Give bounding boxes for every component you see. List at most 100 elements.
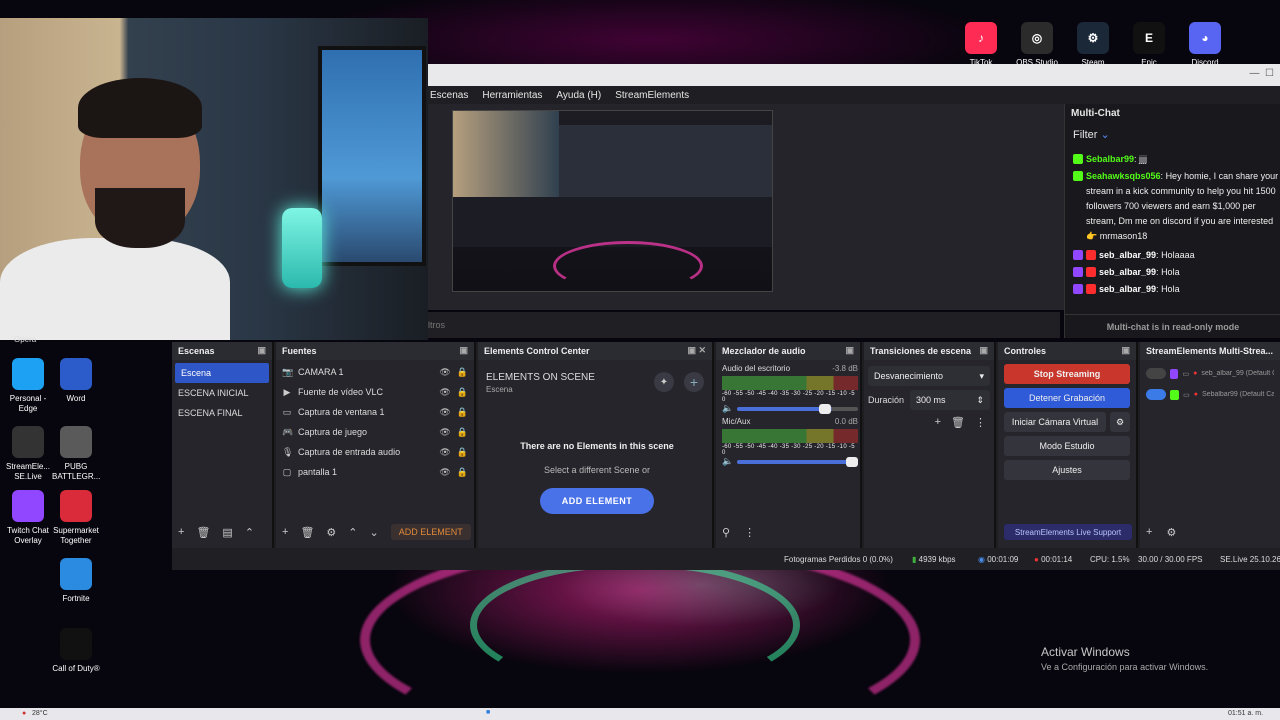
eye-icon[interactable]: 👁 bbox=[439, 427, 450, 438]
speaker-icon[interactable]: 🔈 bbox=[722, 456, 733, 467]
more-icon[interactable]: ⋮ bbox=[975, 416, 986, 429]
transition-select[interactable]: Desvanecimiento ▾ bbox=[868, 366, 990, 386]
app-icon bbox=[60, 628, 92, 660]
app-icon bbox=[60, 558, 92, 590]
ecc-add-element-button[interactable]: ADD ELEMENT bbox=[540, 488, 654, 514]
dropped-frames: Fotogramas Perdidos 0 (0.0%) bbox=[784, 555, 893, 564]
slider-knob[interactable] bbox=[846, 456, 858, 467]
source-item[interactable]: ▢ pantalla 1 👁 🔒 bbox=[276, 462, 474, 482]
transition-actions: + 🗑 ⋮ bbox=[864, 416, 986, 429]
lock-icon[interactable]: 🔒 bbox=[457, 407, 468, 418]
source-item[interactable]: ▶ Fuente de vídeo VLC 👁 🔒 bbox=[276, 382, 474, 402]
desktop-icon[interactable]: Twitch Chat Overlay bbox=[4, 490, 52, 546]
trash-icon[interactable]: 🗑 bbox=[196, 526, 210, 539]
desktop-icon[interactable]: Call of Duty® bbox=[52, 628, 100, 674]
lock-icon[interactable]: 🔒 bbox=[457, 447, 468, 458]
weather-temp[interactable]: 28°C bbox=[32, 710, 48, 717]
gear-icon[interactable]: ⚙ bbox=[326, 526, 336, 539]
undock-icon[interactable]: ▣ bbox=[459, 345, 468, 356]
eye-icon[interactable]: 👁 bbox=[439, 367, 450, 378]
eye-icon[interactable]: 👁 bbox=[439, 447, 450, 458]
menu-herramientas[interactable]: Herramientas bbox=[482, 90, 542, 101]
settings-button[interactable]: Ajustes bbox=[1004, 460, 1130, 480]
live-support-button[interactable]: StreamElements Live Support bbox=[1004, 524, 1132, 540]
chevron-down-icon[interactable]: ⌄ bbox=[370, 526, 379, 539]
scene-item[interactable]: ESCENA FINAL bbox=[172, 403, 272, 423]
webcam-person-beard bbox=[95, 188, 185, 248]
close-icon[interactable]: ▣ ✕ bbox=[687, 345, 706, 356]
chat-message: seb_albar_99: Hola bbox=[1073, 265, 1279, 280]
lock-icon[interactable]: 🔒 bbox=[457, 367, 468, 378]
program-preview[interactable] bbox=[452, 110, 773, 292]
virtual-camera-button[interactable]: Iniciar Cámara Virtual bbox=[1004, 412, 1106, 432]
lock-icon[interactable]: 🔒 bbox=[457, 467, 468, 478]
desktop-icon[interactable]: Fortnite bbox=[52, 558, 100, 604]
stop-recording-button[interactable]: Detener Grabación bbox=[1004, 388, 1130, 408]
desktop-icon[interactable]: Supermarket Together bbox=[52, 490, 100, 546]
trash-icon[interactable]: 🗑 bbox=[300, 526, 314, 539]
undock-icon[interactable]: ▣ bbox=[979, 345, 988, 356]
status-dot-icon: ● bbox=[1193, 391, 1199, 398]
trash-icon[interactable]: 🗑 bbox=[951, 416, 965, 429]
live-time-value: 00:01:09 bbox=[987, 555, 1019, 564]
broadcast-icon: ◉ bbox=[978, 555, 985, 564]
filters-text: ltros bbox=[428, 320, 446, 330]
sparkle-icon[interactable]: ✦ bbox=[654, 372, 674, 392]
obs-titlebar[interactable]: — ☐ bbox=[428, 64, 1280, 86]
menu-streamelements[interactable]: StreamElements bbox=[615, 90, 689, 101]
app-icon bbox=[60, 426, 92, 458]
slider-knob[interactable] bbox=[819, 403, 832, 414]
eye-icon[interactable]: 👁 bbox=[439, 467, 450, 478]
scene-item[interactable]: ESCENA INICIAL bbox=[172, 383, 272, 403]
undock-icon[interactable]: ▣ bbox=[1121, 345, 1130, 356]
add-icon[interactable]: + bbox=[282, 526, 288, 538]
gear-icon[interactable]: ⚙ bbox=[1110, 412, 1130, 432]
scene-item[interactable]: Escena bbox=[175, 363, 269, 383]
desktop-icon[interactable]: PUBG BATTLEGR... bbox=[52, 426, 100, 482]
lock-icon[interactable]: 🔒 bbox=[457, 387, 468, 398]
windows-start-icon[interactable]: ■ bbox=[486, 709, 490, 716]
stop-streaming-button[interactable]: Stop Streaming bbox=[1004, 364, 1130, 384]
gear-icon[interactable]: ⚙ bbox=[1166, 526, 1176, 539]
more-icon[interactable]: ⋮ bbox=[744, 526, 755, 539]
eye-icon[interactable]: 👁 bbox=[439, 407, 450, 418]
multichat-filter[interactable]: Filter ⌄ bbox=[1073, 128, 1110, 141]
window-control-icons[interactable]: — ☐ bbox=[1249, 68, 1274, 79]
eye-icon[interactable]: 👁 bbox=[439, 387, 450, 398]
account-label: seb_albar_99 (Default C... bbox=[1201, 370, 1274, 377]
source-item[interactable]: ▭ Captura de ventana 1 👁 🔒 bbox=[276, 402, 474, 422]
undock-icon[interactable]: ▣ bbox=[845, 345, 854, 356]
filter-icon[interactable]: ▤ bbox=[222, 526, 232, 539]
studio-mode-button[interactable]: Modo Estudio bbox=[1004, 436, 1130, 456]
add-element-button[interactable]: ADD ELEMENT bbox=[390, 524, 471, 540]
discord-icon: ◕ bbox=[1189, 22, 1221, 54]
add-icon[interactable]: + bbox=[1146, 526, 1152, 538]
desktop-icon[interactable]: Word bbox=[52, 358, 100, 404]
sources-title: Fuentes bbox=[282, 346, 317, 356]
menu-escenas[interactable]: Escenas bbox=[430, 90, 468, 101]
stepper-icon[interactable]: ⇕ bbox=[976, 395, 984, 406]
desktop-icon[interactable]: Personal - Edge bbox=[4, 358, 52, 414]
duration-input[interactable]: 300 ms ⇕ bbox=[910, 390, 990, 410]
desktop-icon[interactable]: StreamEle... SE.Live bbox=[4, 426, 52, 482]
add-icon[interactable]: + bbox=[178, 526, 184, 538]
toggle-switch[interactable] bbox=[1146, 368, 1166, 379]
taskbar-clock[interactable]: 01:51 a. m. bbox=[1228, 710, 1263, 717]
source-item[interactable]: 🎙 Captura de entrada audio 👁 🔒 bbox=[276, 442, 474, 462]
lock-icon[interactable]: 🔒 bbox=[457, 427, 468, 438]
source-item[interactable]: 🎮 Captura de juego 👁 🔒 bbox=[276, 422, 474, 442]
add-icon[interactable]: + bbox=[684, 372, 704, 392]
source-item[interactable]: 📷 CAMARA 1 👁 🔒 bbox=[276, 362, 474, 382]
steam-icon: ⚙ bbox=[1077, 22, 1109, 54]
menu-ayuda[interactable]: Ayuda (H) bbox=[556, 90, 601, 101]
chevron-up-icon[interactable]: ⌃ bbox=[245, 526, 254, 539]
volume-slider[interactable] bbox=[737, 403, 858, 414]
opera-label[interactable]: Opera bbox=[14, 335, 36, 344]
chevron-up-icon[interactable]: ⌃ bbox=[348, 526, 357, 539]
speaker-icon[interactable]: 🔈 bbox=[722, 403, 733, 414]
add-icon[interactable]: + bbox=[935, 416, 941, 429]
link-icon[interactable]: ⚲ bbox=[722, 526, 730, 539]
undock-icon[interactable]: ▣ bbox=[257, 345, 266, 356]
toggle-switch[interactable] bbox=[1146, 389, 1167, 400]
volume-slider[interactable] bbox=[737, 456, 858, 467]
